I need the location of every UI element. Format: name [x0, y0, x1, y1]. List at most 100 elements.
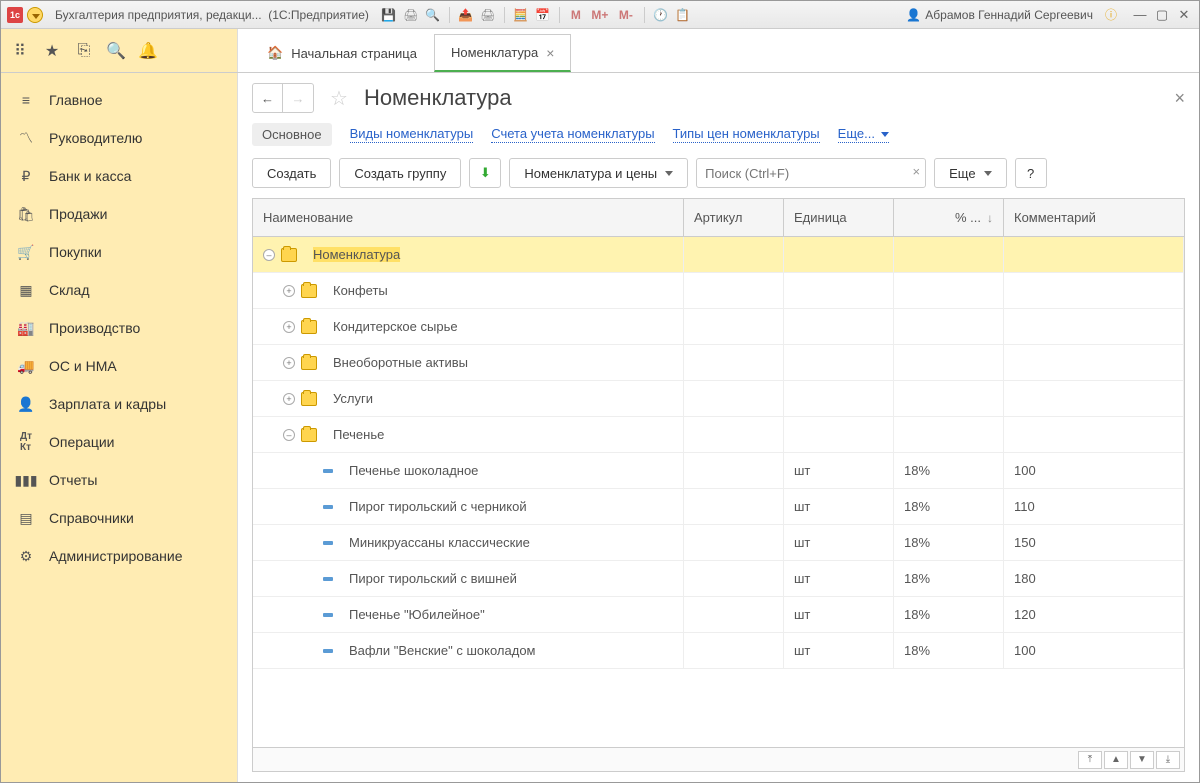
sidebar-item-directories[interactable]: ▤Справочники [1, 499, 237, 537]
info-icon[interactable]: ⓘ [1103, 7, 1119, 23]
sidebar-item-operations[interactable]: ДтКтОперации [1, 423, 237, 461]
table-row[interactable]: Пирог тирольский с черникойшт18%110 [253, 489, 1184, 525]
sidebar-item-label: Зарплата и кадры [49, 396, 166, 412]
row-label: Кондитерское сырье [333, 319, 458, 334]
col-comment[interactable]: Комментарий [1004, 199, 1184, 236]
sidebar-item-assets[interactable]: 🚚ОС и НМА [1, 347, 237, 385]
subtab-types[interactable]: Виды номенклатуры [350, 126, 474, 143]
scroll-down-button[interactable]: ▼ [1130, 751, 1154, 769]
sidebar-item-label: Операции [49, 434, 115, 450]
favorite-star-icon[interactable]: ★ [43, 42, 61, 60]
chart-icon: 〽 [17, 129, 35, 147]
notifications-bell-icon[interactable]: 🔔 [139, 42, 157, 60]
item-icon [323, 505, 333, 509]
collapse-icon[interactable]: – [283, 429, 295, 441]
nav-forward-button[interactable]: → [283, 84, 313, 112]
memory-m[interactable]: M [568, 7, 584, 23]
row-label: Миникруассаны классические [349, 535, 530, 550]
user-badge[interactable]: 👤 Абрамов Геннадий Сергеевич [906, 8, 1093, 22]
subtab-accounts[interactable]: Счета учета номенклатуры [491, 126, 654, 143]
scroll-up-button[interactable]: ▲ [1104, 751, 1128, 769]
sidebar-item-purchases[interactable]: 🛒Покупки [1, 233, 237, 271]
person-icon: 👤 [17, 395, 35, 413]
grid-footer: ⤒ ▲ ▼ ⤓ [253, 747, 1184, 771]
tab-close-icon[interactable]: × [546, 45, 554, 61]
subtab-main[interactable]: Основное [252, 123, 332, 146]
sidebar-item-reports[interactable]: ▮▮▮Отчеты [1, 461, 237, 499]
maximize-button[interactable]: ▢ [1153, 7, 1171, 23]
calendar-icon[interactable]: 📅 [535, 7, 551, 23]
expand-icon[interactable]: + [283, 357, 295, 369]
preview-icon[interactable]: 🔍 [425, 7, 441, 23]
table-row[interactable]: Печенье "Юбилейное"шт18%120 [253, 597, 1184, 633]
nav-back-button[interactable]: ← [253, 84, 283, 112]
tab-home[interactable]: 🏠 Начальная страница [250, 34, 434, 72]
factory-icon: 🏭 [17, 319, 35, 337]
table-row[interactable]: Пирог тирольский с вишнейшт18%180 [253, 561, 1184, 597]
sidebar-item-warehouse[interactable]: ▦Склад [1, 271, 237, 309]
sidebar-item-manager[interactable]: 〽 Руководителю [1, 119, 237, 157]
sidebar-item-label: Руководителю [49, 130, 142, 146]
table-row[interactable]: Вафли "Венские" с шоколадомшт18%100 [253, 633, 1184, 669]
list-icon[interactable]: 📋 [675, 7, 691, 23]
subtab-more[interactable]: Еще... [838, 126, 889, 143]
scroll-top-button[interactable]: ⤒ [1078, 751, 1102, 769]
col-unit[interactable]: Единица [784, 199, 894, 236]
sidebar-item-admin[interactable]: ⚙ Администрирование [1, 537, 237, 575]
save-icon[interactable]: 💾 [381, 7, 397, 23]
create-group-button[interactable]: Создать группу [339, 158, 461, 188]
tab-home-label: Начальная страница [291, 46, 417, 61]
search-input[interactable] [696, 158, 926, 188]
minimize-button[interactable]: — [1131, 7, 1149, 23]
table-row[interactable]: –Печенье [253, 417, 1184, 453]
table-row[interactable]: +Внеоборотные активы [253, 345, 1184, 381]
col-name[interactable]: Наименование [253, 199, 684, 236]
sidebar-item-label: Покупки [49, 244, 102, 260]
sidebar-item-production[interactable]: 🏭Производство [1, 309, 237, 347]
doc-print-icon[interactable]: 🖨 [480, 7, 496, 23]
close-window-button[interactable]: ✕ [1175, 7, 1193, 23]
search-clear-icon[interactable]: × [913, 164, 921, 179]
table-row[interactable]: Печенье шоколадноешт18%100 [253, 453, 1184, 489]
table-row[interactable]: Миникруассаны классическиешт18%150 [253, 525, 1184, 561]
table-row[interactable]: + Услуги [253, 381, 1184, 417]
app-menu-dropdown[interactable] [27, 7, 43, 23]
sidebar-item-main[interactable]: ≡Главное [1, 81, 237, 119]
scroll-bottom-button[interactable]: ⤓ [1156, 751, 1180, 769]
row-label: Пирог тирольский с вишней [349, 571, 517, 586]
collapse-icon[interactable]: – [263, 249, 275, 261]
prices-menu-button[interactable]: Номенклатура и цены [509, 158, 688, 188]
tab-nomenclature[interactable]: Номенклатура × [434, 34, 571, 72]
titlebar: 1c Бухгалтерия предприятия, редакци... (… [1, 1, 1199, 29]
print-icon[interactable]: 🖨 [403, 7, 419, 23]
clock-icon[interactable]: 🕐 [653, 7, 669, 23]
page-close-button[interactable]: × [1174, 88, 1185, 109]
row-label: Услуги [333, 391, 373, 406]
col-article[interactable]: Артикул [684, 199, 784, 236]
expand-icon[interactable]: + [283, 393, 295, 405]
sidebar-item-label: Администрирование [49, 548, 183, 564]
expand-icon[interactable]: + [283, 285, 295, 297]
memory-mplus[interactable]: M+ [590, 7, 610, 23]
gear-icon: ⚙ [17, 547, 35, 565]
sidebar-item-hr[interactable]: 👤 Зарплата и кадры [1, 385, 237, 423]
col-percent[interactable]: % ...↓ [894, 199, 1004, 236]
import-button[interactable]: ⬇ [469, 158, 501, 188]
help-button[interactable]: ? [1015, 158, 1047, 188]
memory-mminus[interactable]: M- [616, 7, 636, 23]
expand-icon[interactable]: + [283, 321, 295, 333]
table-row[interactable]: +Конфеты [253, 273, 1184, 309]
table-row[interactable]: + Кондитерское сырье [253, 309, 1184, 345]
sidebar-item-sales[interactable]: 🛍Продажи [1, 195, 237, 233]
more-actions-button[interactable]: Еще [934, 158, 1006, 188]
subtab-price-types[interactable]: Типы цен номенклатуры [673, 126, 820, 143]
table-row[interactable]: –Номенклатура [253, 237, 1184, 273]
sidebar-item-bank[interactable]: ₽Банк и касса [1, 157, 237, 195]
search-tool-icon[interactable]: 🔍 [107, 42, 125, 60]
apps-grid-icon[interactable]: ⠿ [11, 42, 29, 60]
create-button[interactable]: Создать [252, 158, 331, 188]
history-icon[interactable]: ⎘ [75, 42, 93, 60]
doc-up-icon[interactable]: 📤 [458, 7, 474, 23]
favorite-toggle-icon[interactable]: ☆ [330, 86, 348, 111]
calculator-icon[interactable]: 🧮 [513, 7, 529, 23]
